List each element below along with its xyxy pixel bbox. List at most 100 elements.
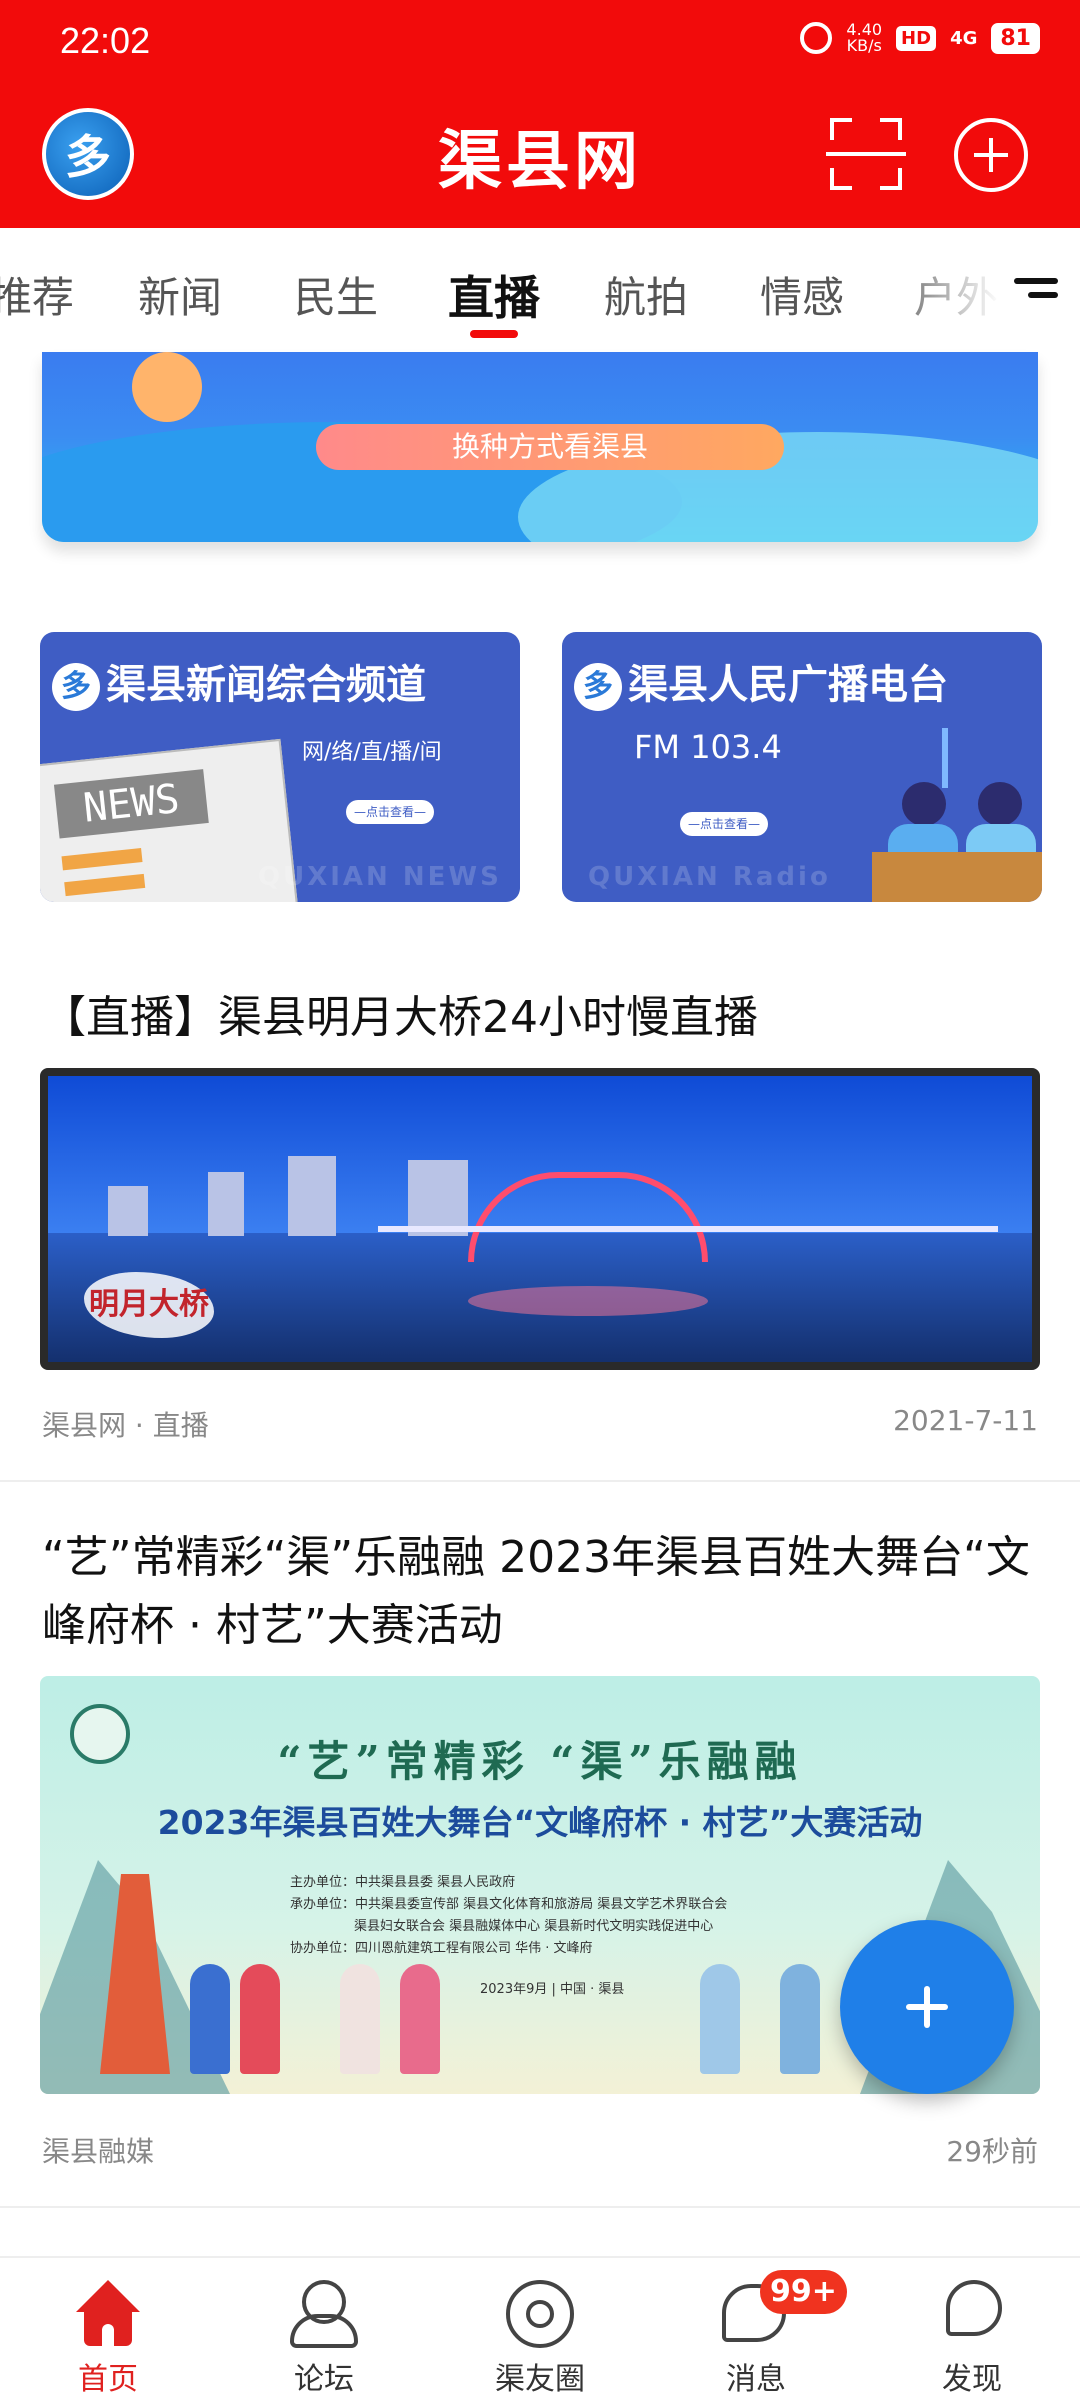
nav-label: 首页	[78, 2362, 138, 2397]
channel-title: 多渠县人民广播电台	[574, 652, 948, 711]
nav-discover[interactable]: 发现	[864, 2268, 1080, 2400]
announcer-illustration	[902, 782, 946, 826]
signal-icon: 4G	[950, 27, 978, 49]
desk-illustration	[872, 852, 1042, 902]
article-thumbnail[interactable]: 明月大桥	[40, 1068, 1040, 1370]
hd-icon: HD	[896, 25, 937, 51]
organizer-line: 协办单位：四川恩航建筑工程有限公司 华伟 · 文峰府	[290, 1941, 593, 1956]
bridge-reflection	[468, 1286, 708, 1316]
article-time: 29秒前	[946, 2135, 1038, 2168]
channel-watermark: QUXIAN NEWS	[258, 862, 502, 892]
channel-logo-icon: 多	[52, 663, 100, 711]
channel-title-text: 渠县人民广播电台	[628, 662, 948, 708]
scan-icon-corner	[880, 168, 902, 190]
tabs-fade	[880, 228, 1000, 352]
nav-forum[interactable]: 论坛	[216, 2268, 432, 2400]
bottom-nav: 首页 论坛 渠友圈 消息 发现 99+	[0, 2256, 1080, 2400]
alarm-icon	[800, 22, 833, 54]
tab-emotion[interactable]: 情感	[760, 264, 844, 325]
radio-tower-illustration	[942, 728, 948, 788]
article-title[interactable]: 【直播】渠县明月大桥24小时慢直播	[42, 984, 1038, 1052]
battery-icon: 81	[991, 22, 1040, 54]
banner-sun	[132, 352, 202, 422]
dancer-illustration	[400, 1964, 440, 2074]
building	[288, 1156, 336, 1236]
live-banner[interactable]: 换种方式看渠县	[42, 352, 1038, 542]
moments-icon	[506, 2280, 574, 2348]
channel-card-radio[interactable]: 多渠县人民广播电台 FM 103.4 —点击查看— QUXIAN Radio	[562, 632, 1042, 902]
scan-icon	[830, 118, 852, 140]
nav-label: 论坛	[294, 2362, 354, 2397]
forum-icon-body	[290, 2314, 358, 2348]
home-icon-roof	[76, 2280, 140, 2312]
home-icon-door	[102, 2324, 114, 2346]
divider	[0, 1480, 1080, 1482]
dancer-illustration	[700, 1964, 740, 2074]
channel-tabs: 推荐 新闻 民生 直播 航拍 情感 户外	[0, 228, 1080, 352]
scan-button[interactable]	[826, 118, 906, 190]
tabs-menu-button[interactable]	[1000, 228, 1080, 352]
newspaper-bar	[64, 873, 146, 897]
dancer-illustration	[240, 1964, 280, 2074]
app-title: 渠县网	[438, 124, 642, 199]
nav-moments[interactable]: 渠友圈	[432, 2268, 648, 2400]
article-title[interactable]: “艺”常精彩“渠”乐融融 2023年渠县百姓大舞台“文峰府杯 · 村艺”大赛活动	[42, 1524, 1038, 1660]
channel-title-text: 渠县新闻综合频道	[106, 662, 426, 708]
newspaper-bar	[61, 848, 143, 871]
bridge-deck	[378, 1226, 998, 1232]
banner-button[interactable]: 换种方式看渠县	[316, 424, 784, 470]
channel-view-button[interactable]: —点击查看—	[346, 800, 434, 824]
tab-aerial[interactable]: 航拍	[604, 264, 688, 325]
dancer-illustration	[190, 1964, 230, 2074]
discover-icon-rocket	[946, 2280, 1002, 2336]
channel-title: 多渠县新闻综合频道	[52, 652, 426, 711]
building	[108, 1186, 148, 1236]
tab-livelihood[interactable]: 民生	[294, 264, 378, 325]
event-heading: “艺”常精彩 “渠”乐融融	[277, 1737, 803, 1786]
dancer-illustration	[780, 1964, 820, 2074]
net-speed-unit: KB/s	[846, 36, 882, 55]
event-date: 2023年9月 | 中国 · 渠县	[480, 1982, 625, 1997]
nav-label: 渠友圈	[495, 2362, 585, 2397]
menu-icon-line	[1028, 292, 1058, 298]
channel-logo-icon: 多	[574, 663, 622, 711]
home-icon	[74, 2280, 142, 2348]
floating-add-button[interactable]	[840, 1920, 1014, 2094]
moments-icon-inner	[526, 2300, 554, 2328]
channel-watermark: QUXIAN Radio	[588, 862, 831, 892]
building	[408, 1160, 468, 1236]
tab-active-indicator	[470, 330, 518, 338]
nav-label: 发现	[942, 2362, 1002, 2397]
forum-icon	[290, 2280, 358, 2348]
tab-live[interactable]: 直播	[448, 262, 540, 328]
channel-card-tv[interactable]: 多渠县新闻综合频道 网/络/直/播/间 —点击查看— NEWS QUXIAN N…	[40, 632, 520, 902]
channel-frequency: FM 103.4	[634, 728, 782, 766]
event-organizers: 主办单位：中共渠县县委 渠县人民政府 承办单位：中共渠县委宣传部 渠县文化体育和…	[290, 1872, 727, 1960]
article-source: 渠县网 · 直播	[42, 1409, 209, 1442]
scan-icon-corner	[830, 168, 852, 190]
article-time: 2021-7-11	[893, 1404, 1038, 1437]
dancer-illustration	[340, 1964, 380, 2074]
menu-icon	[1014, 278, 1058, 284]
announcer-illustration	[978, 782, 1022, 826]
organizer-line: 渠县妇女联合会 渠县融媒体中心 渠县新时代文明实践促进中心	[354, 1919, 714, 1934]
discover-icon	[938, 2280, 1006, 2348]
event-subheading: 2023年渠县百姓大舞台“文峰府杯 · 村艺”大赛活动	[157, 1803, 923, 1842]
organizer-line: 承办单位：中共渠县委宣传部 渠县文化体育和旅游局 渠县文学艺术界联合会	[290, 1897, 728, 1912]
app-header: 22:02 4.40 KB/s HD 4G 81 多 渠县网	[0, 0, 1080, 228]
article-source: 渠县融媒	[42, 2135, 155, 2168]
tab-news[interactable]: 新闻	[138, 264, 222, 325]
nav-label: 消息	[726, 2362, 786, 2397]
status-time: 22:02	[60, 20, 151, 61]
net-speed: 4.40 KB/s	[846, 22, 882, 54]
add-button[interactable]	[954, 118, 1028, 192]
tab-recommend[interactable]: 推荐	[0, 264, 74, 325]
channel-view-button[interactable]: —点击查看—	[680, 812, 768, 836]
channel-subtitle: 网/络/直/播/间	[302, 740, 442, 765]
message-badge: 99+	[760, 2270, 847, 2314]
nav-home[interactable]: 首页	[0, 2268, 216, 2400]
scan-icon-line	[826, 152, 906, 156]
newspaper-word: NEWS	[53, 769, 209, 839]
status-icons: 4.40 KB/s HD 4G 81	[800, 22, 1040, 54]
building	[208, 1172, 244, 1236]
